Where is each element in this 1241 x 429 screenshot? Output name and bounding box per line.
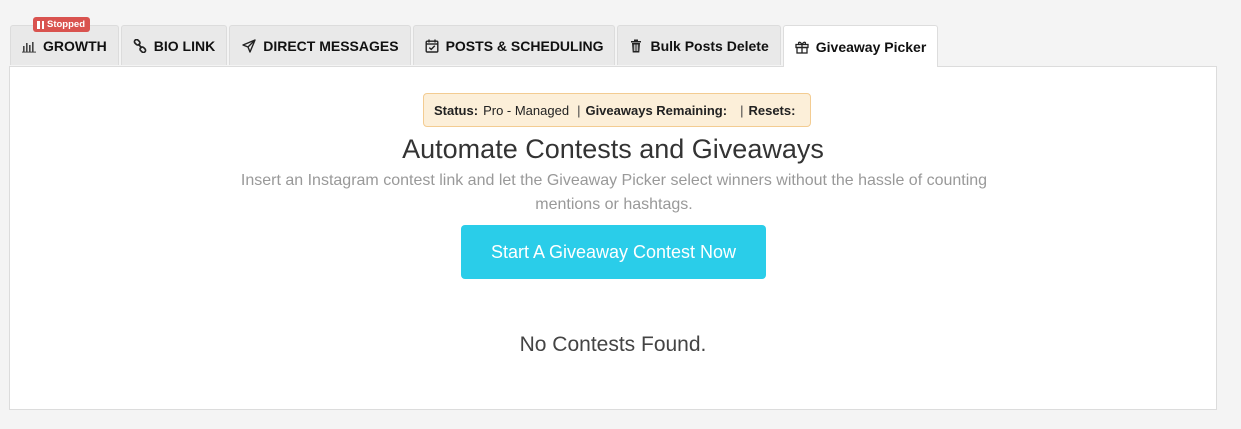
giveaway-panel: Status: Pro - Managed | Giveaways Remain… — [9, 66, 1217, 410]
status-value: Pro - Managed — [483, 102, 570, 118]
stopped-badge-label: Stopped — [47, 19, 85, 30]
page-title: Automate Contests and Giveaways — [402, 134, 824, 164]
calendar-check-icon — [425, 39, 439, 53]
stopped-badge: Stopped — [33, 17, 90, 32]
bar-chart-icon — [22, 39, 36, 53]
tab-bulk-posts-delete[interactable]: Bulk Posts Delete — [617, 25, 781, 65]
tab-growth-label: GROWTH — [43, 37, 107, 54]
tab-bio-link[interactable]: BIO LINK — [120, 25, 228, 65]
tab-direct-messages-label: DIRECT MESSAGES — [263, 37, 399, 54]
tab-bulk-posts-delete-label: Bulk Posts Delete — [650, 37, 769, 54]
tab-posts-scheduling[interactable]: POSTS & SCHEDULING — [412, 25, 616, 65]
empty-state-message: No Contests Found. — [519, 333, 707, 356]
tab-giveaway-picker[interactable]: Giveaway Picker — [782, 25, 939, 67]
status-separator: | — [577, 102, 581, 118]
tab-bar: Stopped GROWTH BIO LINK DIRECT MESSAGES … — [10, 17, 939, 67]
status-bar: Status: Pro - Managed | Giveaways Remain… — [423, 93, 812, 127]
status-separator: | — [740, 102, 744, 118]
trash-icon — [629, 39, 643, 53]
tab-growth[interactable]: Stopped GROWTH — [10, 17, 119, 65]
link-icon — [133, 38, 147, 53]
gift-icon — [795, 40, 809, 54]
tab-posts-scheduling-label: POSTS & SCHEDULING — [445, 37, 604, 54]
status-label: Status: — [434, 102, 479, 118]
resets-label: Resets: — [748, 102, 796, 118]
tab-bio-link-label: BIO LINK — [153, 37, 216, 54]
send-icon — [242, 38, 256, 53]
tab-direct-messages[interactable]: DIRECT MESSAGES — [229, 25, 411, 65]
giveaways-remaining-label: Giveaways Remaining: — [585, 102, 728, 118]
pause-icon — [37, 20, 44, 29]
page-subtitle: Insert an Instagram contest link and let… — [240, 172, 988, 213]
start-giveaway-button[interactable]: Start A Giveaway Contest Now — [461, 225, 766, 279]
tab-giveaway-picker-label: Giveaway Picker — [815, 38, 927, 55]
